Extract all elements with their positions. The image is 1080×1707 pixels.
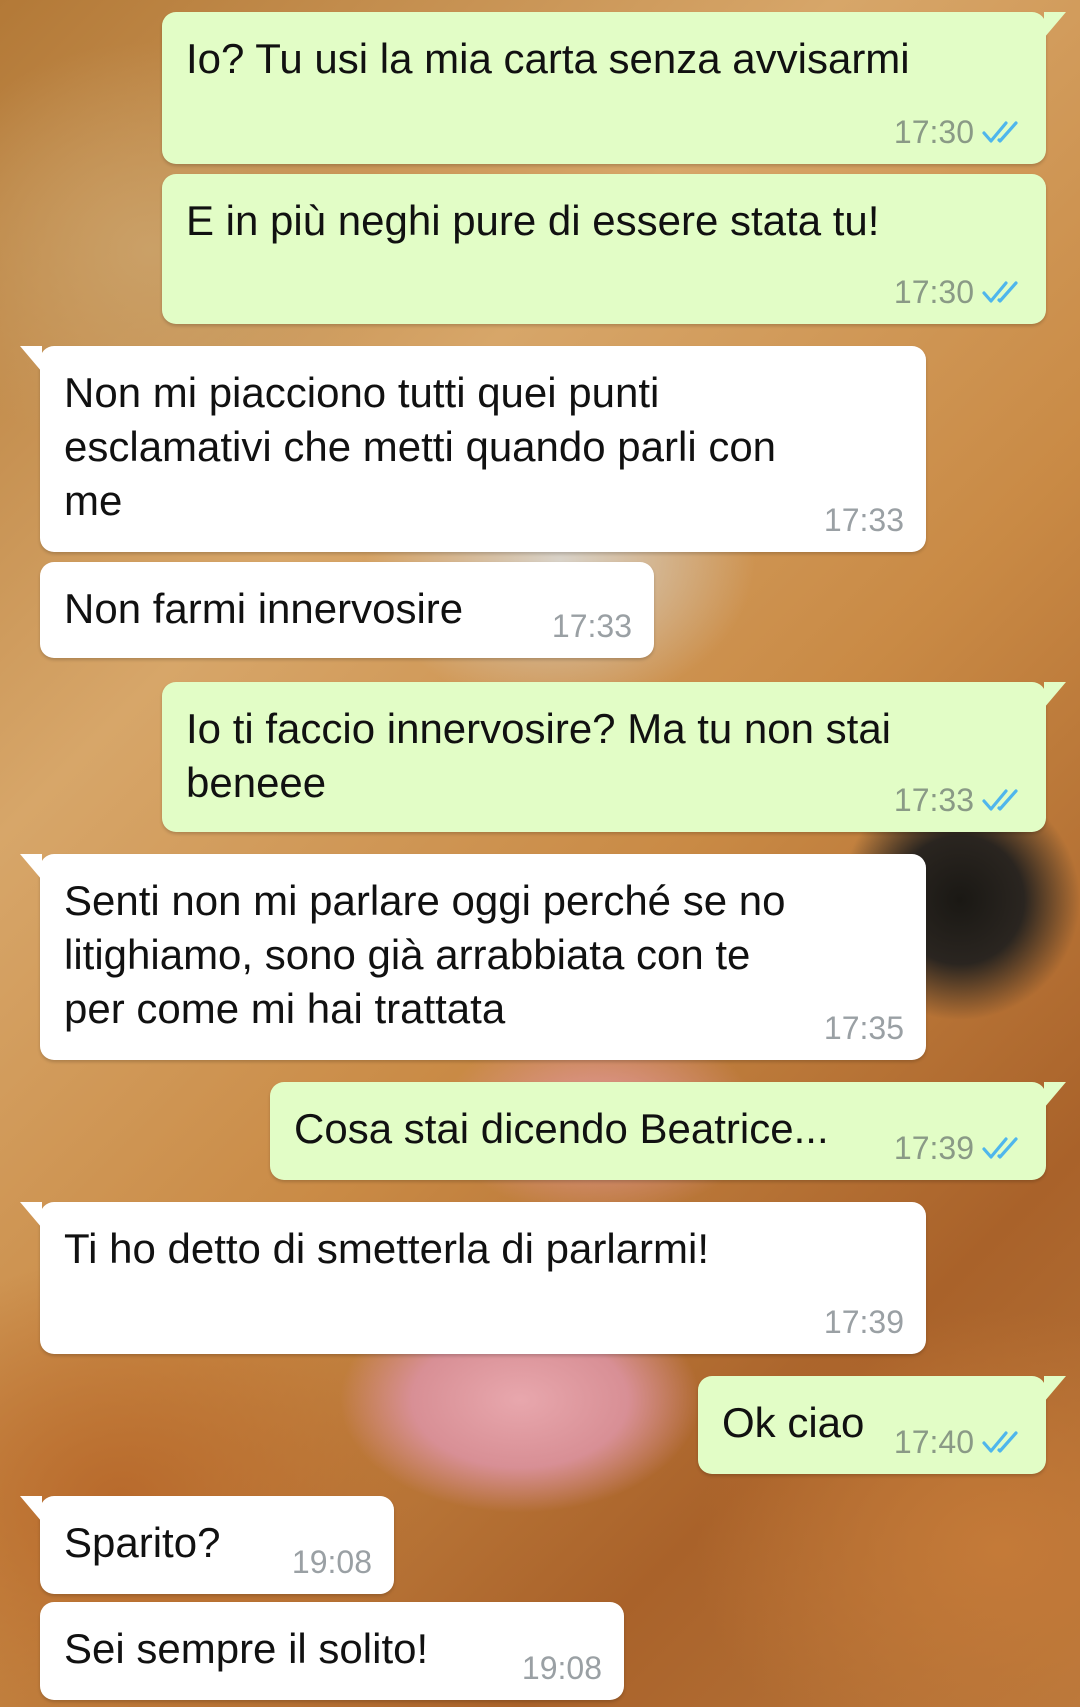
message-meta: 17:35 <box>824 1010 904 1046</box>
message-time: 19:08 <box>291 1544 372 1580</box>
message-bubble-incoming[interactable]: Sei sempre il solito! 19:08 <box>40 1602 624 1700</box>
double-check-read-icon <box>982 1429 1024 1455</box>
message-bubble-outgoing[interactable]: E in più neghi pure di essere stata tu! … <box>162 174 1046 324</box>
message-time: 17:35 <box>823 1010 904 1046</box>
message-text: Io ti faccio innervosire? Ma tu non stai… <box>186 705 892 806</box>
message-text: Non farmi innervosire <box>64 585 464 632</box>
message-time: 17:39 <box>823 1304 904 1340</box>
message-time: 17:30 <box>893 274 974 310</box>
message-meta: 17:33 <box>552 608 632 644</box>
message-meta: 19:08 <box>292 1544 372 1580</box>
message-text: Ti ho detto di smetterla di parlarmi! <box>64 1225 710 1272</box>
message-text: Non mi piacciono tutti quei punti esclam… <box>64 369 777 524</box>
message-time: 17:40 <box>893 1424 974 1460</box>
message-text: Sei sempre il solito! <box>64 1625 429 1672</box>
double-check-read-icon <box>982 279 1024 305</box>
message-bubble-incoming[interactable]: Non mi piacciono tutti quei punti esclam… <box>20 346 926 552</box>
message-meta: 19:08 <box>522 1650 602 1686</box>
message-meta: 17:33 <box>824 502 904 538</box>
message-bubble-outgoing[interactable]: Ok ciao 17:40 <box>698 1376 1066 1474</box>
message-bubble-outgoing[interactable]: Io ti faccio innervosire? Ma tu non stai… <box>162 682 1066 832</box>
message-meta: 17:30 <box>894 274 1024 310</box>
double-check-read-icon <box>982 787 1024 813</box>
message-meta: 17:39 <box>894 1130 1024 1166</box>
message-time: 17:30 <box>893 114 974 150</box>
double-check-read-icon <box>982 119 1024 145</box>
message-time: 17:33 <box>551 608 632 644</box>
message-time: 19:08 <box>521 1650 602 1686</box>
message-bubble-incoming[interactable]: Non farmi innervosire 17:33 <box>40 562 654 658</box>
message-meta: 17:30 <box>894 114 1024 150</box>
message-bubble-incoming[interactable]: Senti non mi parlare oggi perché se no l… <box>20 854 926 1060</box>
message-bubble-outgoing[interactable]: Io? Tu usi la mia carta senza avvisarmi … <box>162 12 1066 164</box>
chat-message-list[interactable]: Io? Tu usi la mia carta senza avvisarmi … <box>0 0 1080 1707</box>
message-time: 17:33 <box>823 502 904 538</box>
message-meta: 17:39 <box>824 1304 904 1340</box>
message-text: E in più neghi pure di essere stata tu! <box>186 197 880 244</box>
message-meta: 17:33 <box>894 782 1024 818</box>
message-time: 17:39 <box>893 1130 974 1166</box>
message-text: Senti non mi parlare oggi perché se no l… <box>64 877 786 1032</box>
message-text: Io? Tu usi la mia carta senza avvisarmi <box>186 35 910 82</box>
message-bubble-incoming[interactable]: Ti ho detto di smetterla di parlarmi! 17… <box>20 1202 926 1354</box>
double-check-read-icon <box>982 1135 1024 1161</box>
message-bubble-incoming[interactable]: Sparito? 19:08 <box>20 1496 394 1594</box>
message-meta: 17:40 <box>894 1424 1024 1460</box>
message-bubble-outgoing[interactable]: Cosa stai dicendo Beatrice... 17:39 <box>270 1082 1066 1180</box>
message-time: 17:33 <box>893 782 974 818</box>
